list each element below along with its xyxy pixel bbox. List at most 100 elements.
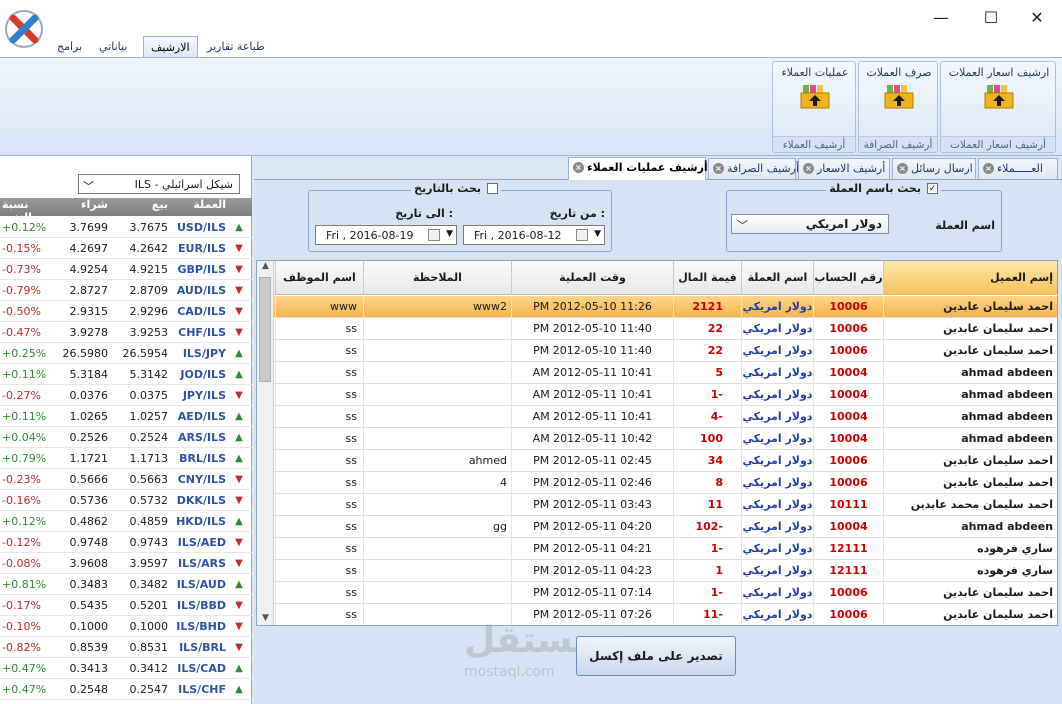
tab-my-data[interactable]: بياناتي bbox=[92, 36, 134, 58]
buy-value: 1.1721 bbox=[69, 452, 109, 465]
from-date-picker[interactable]: Fri , 2016-08-12 ▼ bbox=[463, 225, 605, 245]
close-button[interactable]: ✕ bbox=[1014, 4, 1060, 30]
to-date-picker[interactable]: Fri , 2016-08-19 ▼ bbox=[315, 225, 457, 245]
scroll-thumb[interactable] bbox=[259, 277, 271, 382]
table-row[interactable]: احمد سليمان عابدين 10006 دولار امريكي 34 PM … bbox=[257, 450, 1057, 472]
app-logo-icon[interactable] bbox=[4, 9, 44, 49]
grid-scrollbar[interactable]: ▲ ▼ bbox=[257, 261, 274, 625]
currency-search-checkbox[interactable]: ✓ bbox=[927, 183, 938, 194]
table-row[interactable]: ساري فرهوده 12111 دولار امريكي 1 PM 2012-05-… bbox=[257, 560, 1057, 582]
ticker-row[interactable]: -0.82% 0.8539 0.8531 ILS/BRL ▼ bbox=[0, 637, 252, 658]
ticker-row[interactable]: -0.17% 0.5435 0.5201 ILS/BBD ▼ bbox=[0, 595, 252, 616]
column-amount[interactable]: قيمة المال bbox=[673, 261, 741, 295]
ticker-row[interactable]: +0.47% 0.2548 0.2547 ILS/CHF ▲ bbox=[0, 679, 252, 700]
note-cell: www2 bbox=[363, 296, 511, 318]
exchange-archive-button[interactable]: صرف العملات bbox=[863, 66, 935, 112]
arrow-up-icon: ▲ bbox=[235, 663, 243, 674]
table-row[interactable]: احمد سليمان محمد عابدين 10111 دولار امريكي… bbox=[257, 494, 1057, 516]
ticker-row[interactable]: -0.12% 0.9748 0.9743 ILS/AED ▼ bbox=[0, 532, 252, 553]
note-cell bbox=[363, 494, 511, 516]
ticker-row[interactable]: -0.47% 3.9278 3.9253 CHF/ILS ▼ bbox=[0, 322, 252, 343]
ticker-row[interactable]: +0.25% 26.5980 26.5954 ILS/JPY ▲ bbox=[0, 343, 252, 364]
tab-rates-archive[interactable]: × أرشيف الاسعار bbox=[798, 158, 890, 179]
ticker-row[interactable]: -0.16% 0.5736 0.5732 DKK/ILS ▼ bbox=[0, 490, 252, 511]
arrow-up-icon: ▲ bbox=[235, 348, 243, 359]
buy-value: 0.2548 bbox=[69, 683, 109, 696]
close-icon[interactable]: × bbox=[803, 163, 814, 174]
ticker-row[interactable]: -0.73% 4.9254 4.9215 GBP/ILS ▼ bbox=[0, 259, 252, 280]
currency-pair: EUR/ILS bbox=[178, 242, 226, 255]
minimize-button[interactable]: — bbox=[918, 4, 964, 30]
column-client-name[interactable]: إسم العميل bbox=[883, 261, 1057, 295]
change-value: +0.25% bbox=[2, 347, 47, 360]
close-icon[interactable]: × bbox=[897, 163, 908, 174]
amount-cell: 22 bbox=[673, 340, 741, 362]
change-value: +0.47% bbox=[2, 662, 47, 675]
column-operation-time[interactable]: وقت العملية bbox=[511, 261, 673, 295]
tab-clients[interactable]: × العـــــملاء bbox=[978, 158, 1058, 179]
close-icon[interactable]: × bbox=[983, 163, 994, 174]
dropdown-arrow-icon: ▼ bbox=[446, 229, 453, 239]
ticker-row[interactable]: +0.12% 0.4862 0.4859 HKD/ILS ▲ bbox=[0, 511, 252, 532]
arrow-up-icon: ▲ bbox=[235, 411, 243, 422]
tab-client-operations-archive[interactable]: × أرشيف عمليات العملاء bbox=[568, 157, 708, 180]
currency-pair: ILS/AUD bbox=[176, 578, 226, 591]
ticker-row[interactable]: -0.15% 4.2697 4.2642 EUR/ILS ▼ bbox=[0, 238, 252, 259]
table-row[interactable]: ahmad abdeen 10004 دولار امريكي 4- AM 2012-0… bbox=[257, 406, 1057, 428]
column-currency-name[interactable]: اسم العملة bbox=[741, 261, 813, 295]
base-currency-select[interactable]: ﹀ ILS - شيكل اسرائيلي bbox=[78, 174, 240, 194]
rates-archive-button[interactable]: ارشيف اسعار العملات bbox=[945, 66, 1053, 112]
ticker-row[interactable]: +0.11% 1.0265 1.0257 AED/ILS ▲ bbox=[0, 406, 252, 427]
column-account-number[interactable]: رقم الحساب bbox=[813, 261, 883, 295]
arrow-down-icon: ▼ bbox=[235, 474, 243, 485]
table-row[interactable]: ahmad abdeen 10004 دولار امريكي 102- PM 2012… bbox=[257, 516, 1057, 538]
ticker-row[interactable]: +0.79% 1.1721 1.1713 BRL/ILS ▲ bbox=[0, 448, 252, 469]
table-row[interactable]: احمد سليمان عابدين 10006 دولار امريكي 22 PM … bbox=[257, 340, 1057, 362]
column-employee-name[interactable]: اسم الموظف bbox=[275, 261, 363, 295]
scroll-up-icon[interactable]: ▲ bbox=[257, 261, 274, 275]
amount-cell: 102- bbox=[673, 516, 741, 538]
buy-value: 0.1000 bbox=[69, 620, 109, 633]
table-row[interactable]: احمد سليمان عابدين 10006 دولار امريكي 1- PM … bbox=[257, 582, 1057, 604]
clients-operations-button[interactable]: عمليات العملاء bbox=[777, 66, 853, 112]
ticker-row[interactable]: -0.08% 3.9608 3.9597 ILS/ARS ▼ bbox=[0, 553, 252, 574]
maximize-button[interactable]: ☐ bbox=[968, 4, 1014, 30]
ticker-row[interactable]: -0.10% 0.1000 0.1000 ILS/BHD ▼ bbox=[0, 616, 252, 637]
account-number-cell: 10006 bbox=[813, 340, 883, 362]
date-search-checkbox[interactable] bbox=[487, 183, 498, 194]
tab-send-messages[interactable]: × ارسال رسائل bbox=[892, 158, 976, 179]
table-row[interactable]: احمد سليمان عابدين 10006 دولار امريكي 8 PM 2… bbox=[257, 472, 1057, 494]
ticker-row[interactable]: +0.11% 5.3184 5.3142 JOD/ILS ▲ bbox=[0, 364, 252, 385]
arrow-down-icon: ▼ bbox=[235, 558, 243, 569]
tab-exchange-archive[interactable]: × أرشيف الصرافة bbox=[708, 158, 799, 179]
column-note[interactable]: الملاحظة bbox=[363, 261, 511, 295]
arrow-down-icon: ▼ bbox=[235, 390, 243, 401]
currency-name-combo[interactable]: ﹀ دولار امريكي bbox=[731, 214, 889, 234]
tab-print-reports[interactable]: طباعة تقارير bbox=[200, 36, 272, 58]
table-row[interactable]: احمد سليمان عابدين 10006 دولار امريكي 11- PM… bbox=[257, 604, 1057, 625]
tab-programs[interactable]: برامج bbox=[50, 36, 89, 58]
ticker-row[interactable]: +0.81% 0.3483 0.3482 ILS/AUD ▲ bbox=[0, 574, 252, 595]
ticker-row[interactable]: +0.47% 0.3413 0.3412 ILS/CAD ▲ bbox=[0, 658, 252, 679]
table-row[interactable]: احمد سليمان عابدين 10006 دولار امريكي 22 PM … bbox=[257, 318, 1057, 340]
close-icon[interactable]: × bbox=[713, 163, 724, 174]
change-value: +0.79% bbox=[2, 452, 47, 465]
ticker-row[interactable]: -0.27% 0.0376 0.0375 JPY/ILS ▼ bbox=[0, 385, 252, 406]
ticker-row[interactable]: -0.23% 0.5666 0.5663 CNY/ILS ▼ bbox=[0, 469, 252, 490]
table-row[interactable]: ahmad abdeen 10004 دولار امريكي 1- AM 2012-0… bbox=[257, 384, 1057, 406]
table-row[interactable]: ساري فرهوده 12111 دولار امريكي 1- PM 2012-05… bbox=[257, 538, 1057, 560]
table-row[interactable]: احمد سليمان عابدين 10006 دولار امريكي 2121 P… bbox=[257, 296, 1057, 318]
ticker-row[interactable]: +0.04% 0.2526 0.2524 ARS/ILS ▲ bbox=[0, 427, 252, 448]
ticker-row[interactable]: -0.50% 2.9315 2.9296 CAD/ILS ▼ bbox=[0, 301, 252, 322]
scroll-down-icon[interactable]: ▼ bbox=[257, 613, 274, 625]
table-row[interactable]: ahmad abdeen 10004 دولار امريكي 100 AM 2012-… bbox=[257, 428, 1057, 450]
ticker-row[interactable]: -0.79% 2.8727 2.8709 AUD/ILS ▼ bbox=[0, 280, 252, 301]
account-number-cell: 10006 bbox=[813, 296, 883, 318]
currency-name-cell: دولار امريكي bbox=[741, 340, 813, 362]
export-excel-button[interactable]: تصدير على ملف إكسل bbox=[576, 636, 736, 676]
table-row[interactable]: ahmad abdeen 10004 دولار امريكي 5 AM 2012-05… bbox=[257, 362, 1057, 384]
close-icon[interactable]: × bbox=[573, 162, 584, 173]
tab-archive[interactable]: الارشيف bbox=[143, 36, 198, 58]
ticker-row[interactable]: +0.12% 3.7699 3.7675 USD/ILS ▲ bbox=[0, 217, 252, 238]
buy-value: 3.9278 bbox=[69, 326, 109, 339]
